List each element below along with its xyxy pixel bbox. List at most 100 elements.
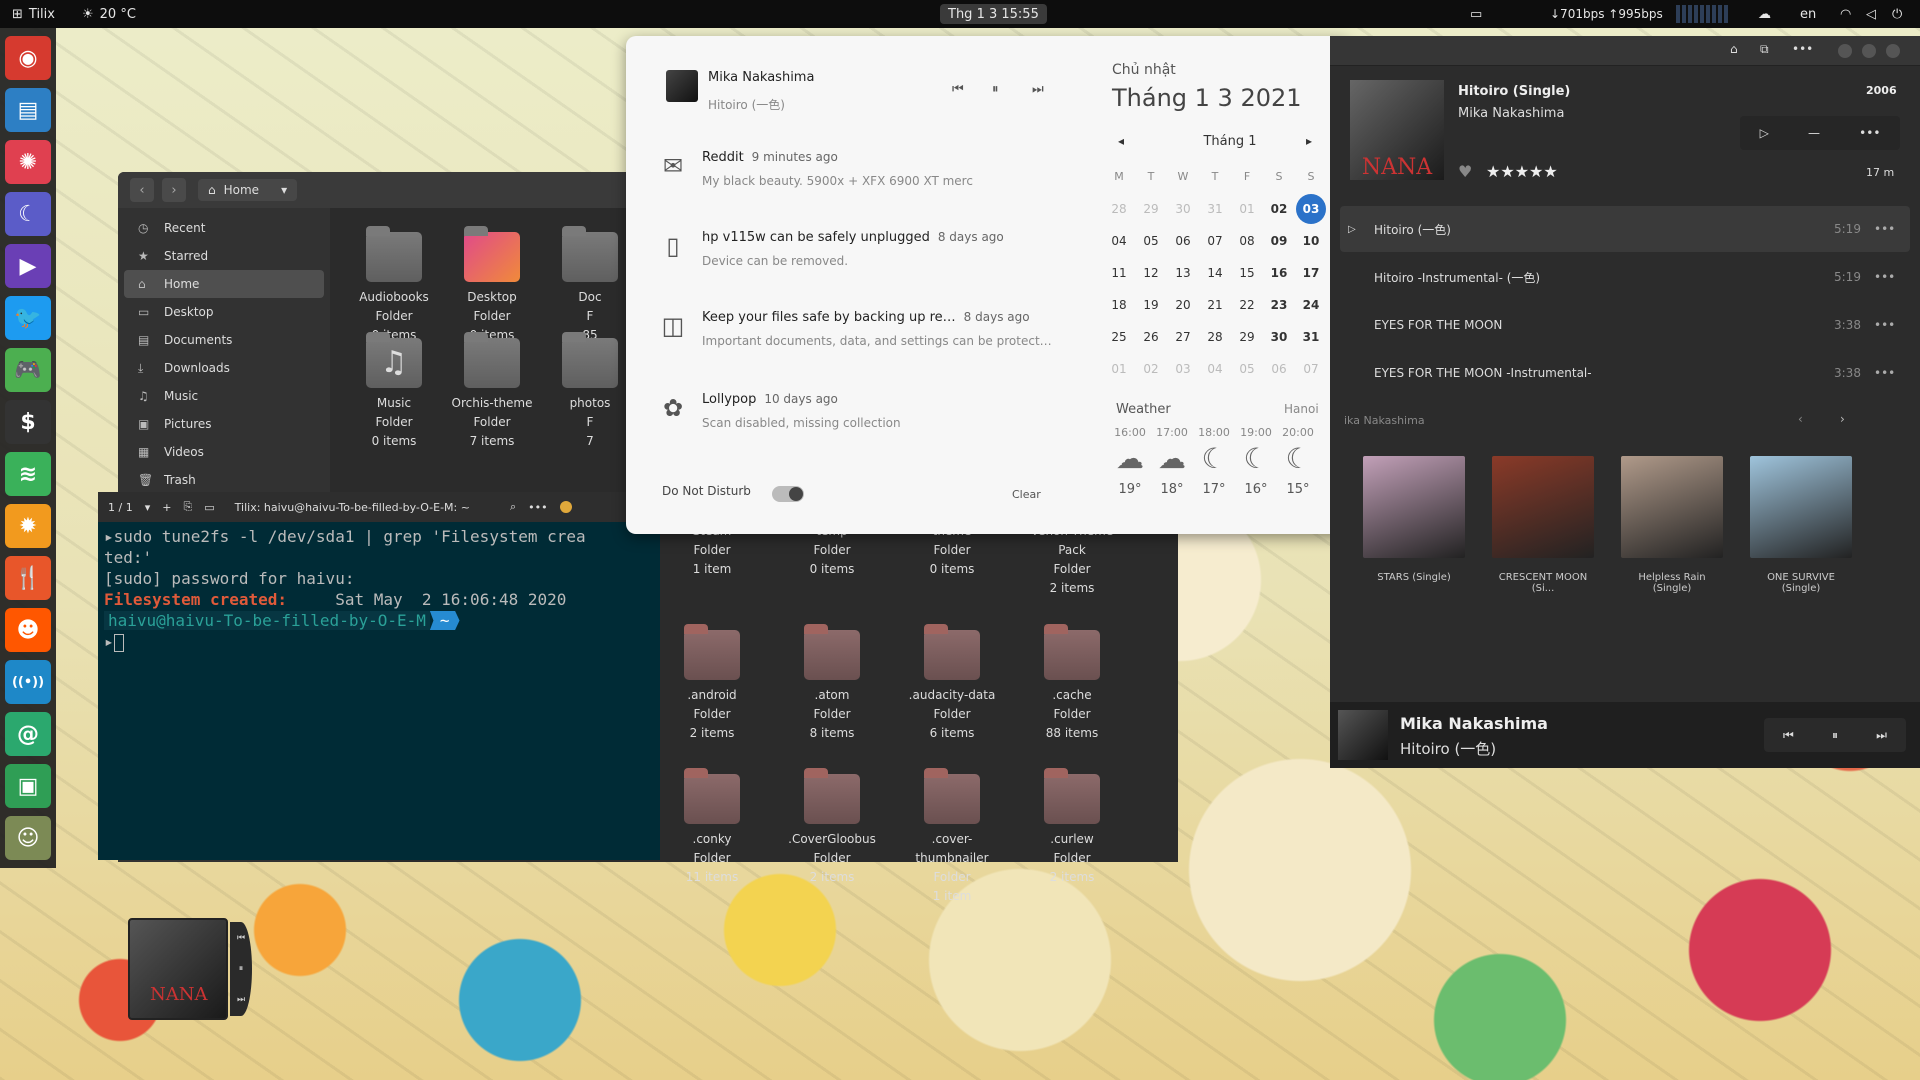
back-button[interactable]: ‹ <box>130 178 154 202</box>
app-menu[interactable]: ⊞ Tilix <box>12 0 55 28</box>
fork-icon[interactable]: 🍴 <box>5 556 51 600</box>
radio-icon[interactable]: ((•)) <box>5 660 51 704</box>
chrome-icon[interactable]: ◉ <box>5 36 51 80</box>
maximize-icon[interactable] <box>1862 44 1876 58</box>
calendar-day[interactable]: 10 <box>1296 226 1326 256</box>
calendar-day[interactable]: 30 <box>1264 322 1294 352</box>
system-monitor[interactable] <box>1676 5 1728 23</box>
notification-item[interactable]: ◫ Keep your files safe by backing up re… 8… <box>662 310 1066 348</box>
sidebar-icon[interactable]: ▭ <box>204 501 214 514</box>
sidebar-item-videos[interactable]: ▦ Videos <box>124 438 324 466</box>
sidebar-item-documents[interactable]: ▤ Documents <box>124 326 324 354</box>
calendar-day[interactable]: 11 <box>1104 258 1134 288</box>
calendar-day[interactable]: 02 <box>1136 354 1166 384</box>
calendar-day[interactable]: 20 <box>1168 290 1198 320</box>
home-icon[interactable]: ⌂ <box>1730 42 1738 56</box>
more-icon[interactable]: ••• <box>1874 222 1910 236</box>
folder-item[interactable]: .android Folder 2 items <box>658 624 766 743</box>
reddit-icon[interactable]: ☻ <box>5 608 51 652</box>
calendar-day[interactable]: 24 <box>1296 290 1326 320</box>
pause-icon[interactable]: ⏸ <box>992 82 999 97</box>
calendar-day[interactable]: 08 <box>1232 226 1262 256</box>
sidebar-item-desktop[interactable]: ▭ Desktop <box>124 298 324 326</box>
mini-player[interactable]: NANA ⏮ ⏸ ⏭ <box>128 918 252 1020</box>
calendar-day[interactable]: 01 <box>1104 354 1134 384</box>
calendar-day[interactable]: 05 <box>1232 354 1262 384</box>
fullscreen-icon[interactable]: ⧉ <box>1760 42 1769 57</box>
previous-icon[interactable]: ⏮ <box>237 933 245 943</box>
previous-icon[interactable]: ⏮ <box>1783 728 1794 743</box>
weather-indicator[interactable]: ☀ 20 °C <box>82 0 136 28</box>
play-icon[interactable]: ▷ <box>1760 126 1769 140</box>
android-icon[interactable]: ☺ <box>5 816 51 860</box>
previous-icon[interactable]: ⏮ <box>952 82 964 97</box>
calendar-day[interactable]: 31 <box>1296 322 1326 352</box>
more-icon[interactable]: ••• <box>1859 126 1880 140</box>
spotify-icon[interactable]: ≋ <box>5 452 51 496</box>
minus-icon[interactable]: — <box>1808 126 1820 140</box>
split-icon[interactable]: ⎘ <box>183 500 192 514</box>
calendar-day[interactable]: 01 <box>1232 194 1262 224</box>
calendar-day[interactable]: 26 <box>1136 322 1166 352</box>
more-icon[interactable]: ••• <box>528 501 547 514</box>
sidebar-item-music[interactable]: ♫ Music <box>124 382 324 410</box>
wifi-icon[interactable]: ◠ <box>1840 0 1851 28</box>
sidebar-item-pictures[interactable]: ▣ Pictures <box>124 410 324 438</box>
sidebar-item-trash[interactable]: 🗑 Trash <box>124 466 324 494</box>
chevron-right-icon[interactable]: › <box>1840 412 1845 426</box>
clear-button[interactable]: Clear <box>1012 488 1041 501</box>
calendar-day[interactable]: 29 <box>1136 194 1166 224</box>
calendar-day[interactable]: 27 <box>1168 322 1198 352</box>
minimize-icon[interactable] <box>559 501 572 513</box>
terminal-icon[interactable]: $ <box>5 400 51 444</box>
clock[interactable]: Thg 1 3 15:55 <box>940 4 1047 24</box>
calendar-day[interactable]: 04 <box>1104 226 1134 256</box>
calendar-day[interactable]: 28 <box>1104 194 1134 224</box>
prev-month-icon[interactable]: ◂ <box>1118 134 1124 148</box>
track-row[interactable]: EYES FOR THE MOON 3:38 ••• <box>1340 302 1910 348</box>
calendar-day[interactable]: 18 <box>1104 290 1134 320</box>
language-indicator[interactable]: en <box>1800 0 1816 28</box>
crescent-icon[interactable]: ☾ <box>5 192 51 236</box>
next-icon[interactable]: ⏭ <box>237 995 245 1005</box>
sidebar-item-downloads[interactable]: ⤓ Downloads <box>124 354 324 382</box>
calendar-day[interactable]: 17 <box>1296 258 1326 288</box>
folder-item[interactable]: .CoverGloobus Folder 2 items <box>778 768 886 887</box>
volume-icon[interactable]: ◁ <box>1866 0 1876 28</box>
gamepad-icon[interactable]: 🎮 <box>5 348 51 392</box>
calendar-day[interactable]: 31 <box>1200 194 1230 224</box>
calendar-day[interactable]: 25 <box>1104 322 1134 352</box>
calendar-day[interactable]: 09 <box>1264 226 1294 256</box>
notification-item[interactable]: ▯ hp v115w can be safely unplugged 8 days … <box>666 230 1066 268</box>
forward-button[interactable]: › <box>162 178 186 202</box>
folder-item[interactable]: .cover-thumbnailer Folder 1 item <box>898 768 1006 906</box>
folder-item[interactable]: .curlew Folder 2 items <box>1018 768 1126 887</box>
terminal-window[interactable]: 1 / 1 ▾ + ⎘ ▭ Tilix: haivu@haivu-To-be-f… <box>98 492 660 860</box>
more-icon[interactable]: ••• <box>1792 42 1813 56</box>
notification-item[interactable]: ✉ Reddit 9 minutes ago My black beauty. 590… <box>663 150 1066 188</box>
album-card[interactable]: CRESCENT MOON (Si... <box>1489 456 1597 594</box>
album-card[interactable]: STARS (Single) <box>1360 456 1468 583</box>
calendar-day[interactable]: 19 <box>1136 290 1166 320</box>
terminal-tab-indicator[interactable]: 1 / 1 <box>108 501 133 514</box>
more-icon[interactable]: ••• <box>1874 270 1910 284</box>
pause-icon[interactable]: ⏸ <box>239 964 244 974</box>
track-row[interactable]: ▷ Hitoiro (一色) 5:19 ••• <box>1340 206 1910 252</box>
pineapple-icon[interactable]: ✹ <box>5 504 51 548</box>
folder-item[interactable]: Audiobooks Folder 0 items <box>340 226 448 345</box>
chevron-down-icon[interactable]: ▾ <box>145 501 151 514</box>
folder-item[interactable]: .audacity-data Folder 6 items <box>898 624 1006 743</box>
calendar-day[interactable]: 03 <box>1168 354 1198 384</box>
calendar-day[interactable]: 28 <box>1200 322 1230 352</box>
calendar-day[interactable]: 07 <box>1296 354 1326 384</box>
pause-icon[interactable]: ⏸ <box>1832 728 1838 743</box>
office-icon[interactable]: ▣ <box>5 764 51 808</box>
next-month-icon[interactable]: ▸ <box>1306 134 1312 148</box>
calendar-day[interactable]: 12 <box>1136 258 1166 288</box>
folder-item[interactable]: .conky Folder 11 items <box>658 768 766 887</box>
more-icon[interactable]: ••• <box>1874 366 1910 380</box>
track-row[interactable]: EYES FOR THE MOON -Instrumental- 3:38 ••• <box>1340 350 1910 396</box>
folder-item[interactable]: .atom Folder 8 items <box>778 624 886 743</box>
minimize-icon[interactable] <box>1838 44 1852 58</box>
track-row[interactable]: Hitoiro -Instrumental- (一色) 5:19 ••• <box>1340 254 1910 300</box>
